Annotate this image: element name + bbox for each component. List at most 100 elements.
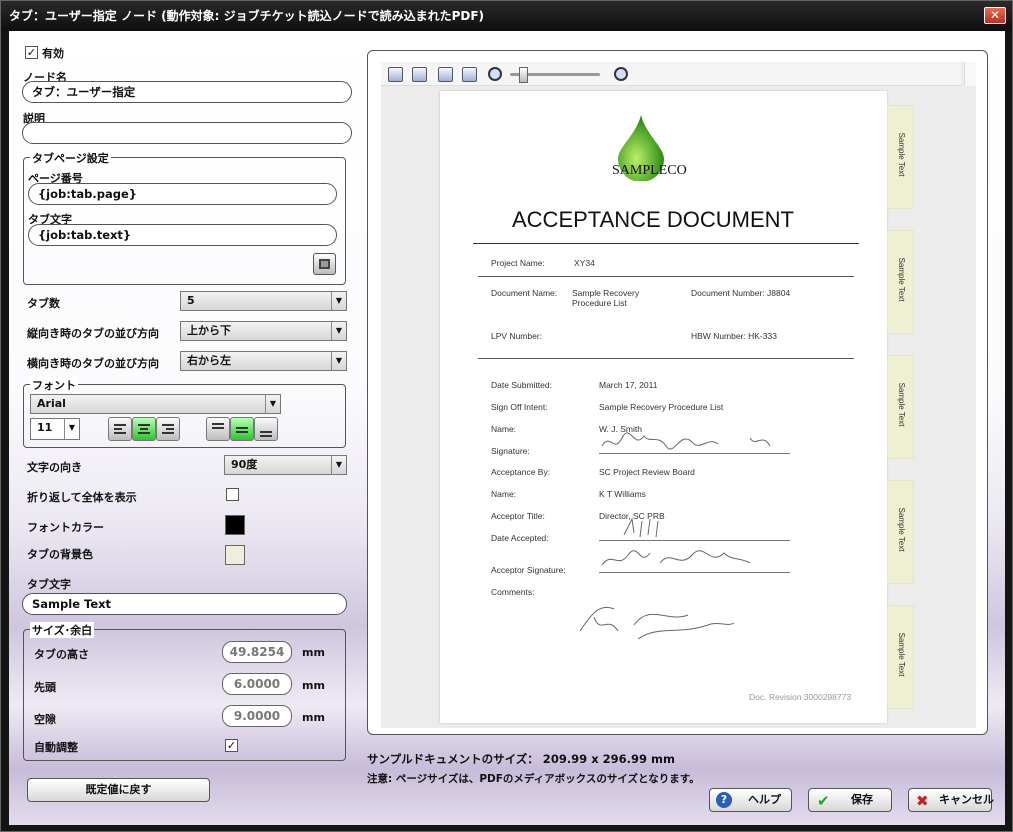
save-button[interactable]: ✔ 保存 — [808, 788, 892, 812]
lpv-label: LPV Number: — [491, 331, 543, 341]
comments-label: Comments: — [491, 587, 535, 597]
description-input[interactable] — [22, 122, 352, 144]
chevron-down-icon: ▼ — [64, 419, 79, 439]
auto-adjust-label: 自動調整 — [34, 741, 78, 754]
tab-text-input[interactable]: {job:tab.text} — [28, 224, 337, 246]
doc-revision: Doc. Revision 3000298773 — [749, 692, 852, 702]
tab-preview-text: Sample Text — [897, 507, 906, 552]
chevron-down-icon: ▼ — [265, 395, 280, 413]
hbw-number: HBW Number: HK-333 — [691, 331, 777, 341]
font-family-select[interactable]: Arial ▼ — [30, 394, 281, 414]
document-name-2: Procedure List — [572, 298, 627, 308]
date-submitted-label: Date Submitted: — [491, 380, 552, 390]
cancel-button[interactable]: ✖ キャンセル — [908, 788, 994, 812]
name2-value: K T Williams — [599, 489, 646, 499]
date-handwriting — [623, 517, 659, 538]
signature-label: Signature: — [491, 446, 530, 456]
sample-document-page: SAMPLECO ACCEPTANCE DOCUMENT Project Nam… — [440, 91, 887, 723]
tab-count-value: 5 — [187, 294, 195, 307]
variable-picker-button[interactable] — [313, 253, 336, 275]
tab-preview-text: Sample Text — [897, 257, 906, 302]
align-center-button[interactable] — [132, 417, 156, 441]
checkmark-icon: ✔ — [817, 792, 830, 810]
acceptor-signature-label: Acceptor Signature: — [491, 565, 566, 575]
image-icon[interactable] — [388, 67, 403, 82]
date-accepted-label: Date Accepted: — [491, 533, 549, 543]
align-right-button[interactable] — [156, 417, 180, 441]
window-title: タブ：ユーザー指定 ノード (動作対象: ジョブチケット読込ノードで読み込まれた… — [1, 1, 1012, 31]
font-size-value: 11 — [37, 421, 53, 434]
gap-input[interactable]: 9.0000 — [222, 705, 292, 727]
chevron-down-icon: ▼ — [331, 352, 346, 370]
dialog-window: タブ：ユーザー指定 ノード (動作対象: ジョブチケット読込ノードで読み込まれた… — [0, 0, 1013, 832]
text-direction-select[interactable]: 90度 ▼ — [224, 455, 347, 475]
actual-size-icon[interactable] — [462, 67, 477, 82]
zoom-in-icon[interactable] — [614, 67, 628, 81]
landscape-order-label: 横向き時のタブの並び方向 — [27, 357, 159, 370]
tab-preview-text: Sample Text — [897, 382, 906, 427]
enabled-checkbox[interactable]: ✓ — [25, 46, 38, 59]
tab-preview: Sample Text — [887, 480, 914, 584]
help-button[interactable]: ? ヘルプ — [709, 788, 792, 812]
portrait-order-value: 上から下 — [187, 324, 231, 337]
reset-defaults-button[interactable]: 既定値に戻す — [27, 778, 210, 802]
unit-label: mm — [302, 646, 325, 659]
dialog-body: ✓ 有効 ノード名 タブ：ユーザー指定 説明 タブページ設定 ページ番号 {jo… — [9, 31, 1005, 825]
valign-middle-button[interactable] — [230, 417, 254, 441]
doc-title: ACCEPTANCE DOCUMENT — [512, 207, 794, 232]
tab-preview-text: Sample Text — [897, 632, 906, 677]
tab-height-label: タブの高さ — [34, 648, 89, 661]
tab-preview-text: Sample Text — [897, 132, 906, 177]
preview-scrollbar[interactable] — [964, 62, 976, 86]
tab-height-input[interactable]: 49.8254 — [222, 641, 292, 663]
divider — [478, 276, 854, 277]
font-legend: フォント — [30, 377, 78, 393]
unit-label: mm — [302, 679, 325, 692]
signature-image — [579, 606, 735, 640]
help-icon: ? — [716, 792, 732, 808]
tab-text2-label: タブ文字 — [27, 578, 71, 591]
wrap-label: 折り返して全体を表示 — [27, 491, 137, 504]
valign-bottom-button[interactable] — [254, 417, 278, 441]
tab-page-settings-legend: タブページ設定 — [30, 150, 111, 166]
tab-preview: Sample Text — [887, 105, 914, 209]
close-button[interactable]: ✕ — [984, 7, 1006, 24]
enabled-label: 有効 — [42, 47, 64, 60]
font-size-select[interactable]: 11 ▼ — [30, 418, 80, 440]
font-color-swatch[interactable] — [225, 515, 245, 535]
cancel-button-label: キャンセル — [939, 793, 994, 806]
auto-adjust-checkbox[interactable]: ✓ — [225, 739, 238, 752]
portrait-order-select[interactable]: 上から下 ▼ — [180, 321, 347, 341]
tab-text2-input[interactable]: Sample Text — [22, 593, 347, 615]
page-number-input[interactable]: {job:tab.page} — [28, 183, 337, 205]
tab-bg-swatch[interactable] — [225, 545, 245, 565]
zoom-slider-thumb[interactable] — [519, 67, 528, 83]
fit-width-icon[interactable] — [438, 67, 453, 82]
node-name-input[interactable]: タブ：ユーザー指定 — [22, 81, 352, 103]
landscape-order-select[interactable]: 右から左 ▼ — [180, 351, 347, 371]
sample-size-info: サンプルドキュメントのサイズ： 209.99 x 296.99 mm — [367, 752, 675, 766]
tab-preview: Sample Text — [887, 605, 914, 709]
unit-label: mm — [302, 711, 325, 724]
valign-top-button[interactable] — [206, 417, 230, 441]
align-left-button[interactable] — [108, 417, 132, 441]
divider — [473, 243, 859, 244]
chevron-down-icon: ▼ — [331, 292, 346, 310]
zoom-out-icon[interactable] — [488, 67, 502, 81]
signature-image — [601, 550, 751, 566]
divider — [478, 358, 854, 359]
landscape-order-value: 右から左 — [187, 354, 231, 367]
preview-toolbar — [381, 62, 961, 86]
wrap-checkbox[interactable] — [226, 488, 239, 501]
portrait-order-label: 縦向き時のタブの並び方向 — [27, 327, 159, 340]
x-icon: ✖ — [916, 792, 929, 810]
date-submitted-value: March 17, 2011 — [599, 380, 658, 390]
lead-input[interactable]: 6.0000 — [222, 673, 292, 695]
name1-label: Name: — [491, 424, 517, 434]
tab-count-label: タブ数 — [27, 297, 60, 310]
font-family-value: Arial — [37, 397, 66, 410]
fit-page-icon[interactable] — [412, 67, 427, 82]
document-name-label: Document Name: — [491, 288, 558, 298]
tab-count-select[interactable]: 5 ▼ — [180, 291, 347, 311]
help-button-label: ヘルプ — [748, 793, 781, 806]
